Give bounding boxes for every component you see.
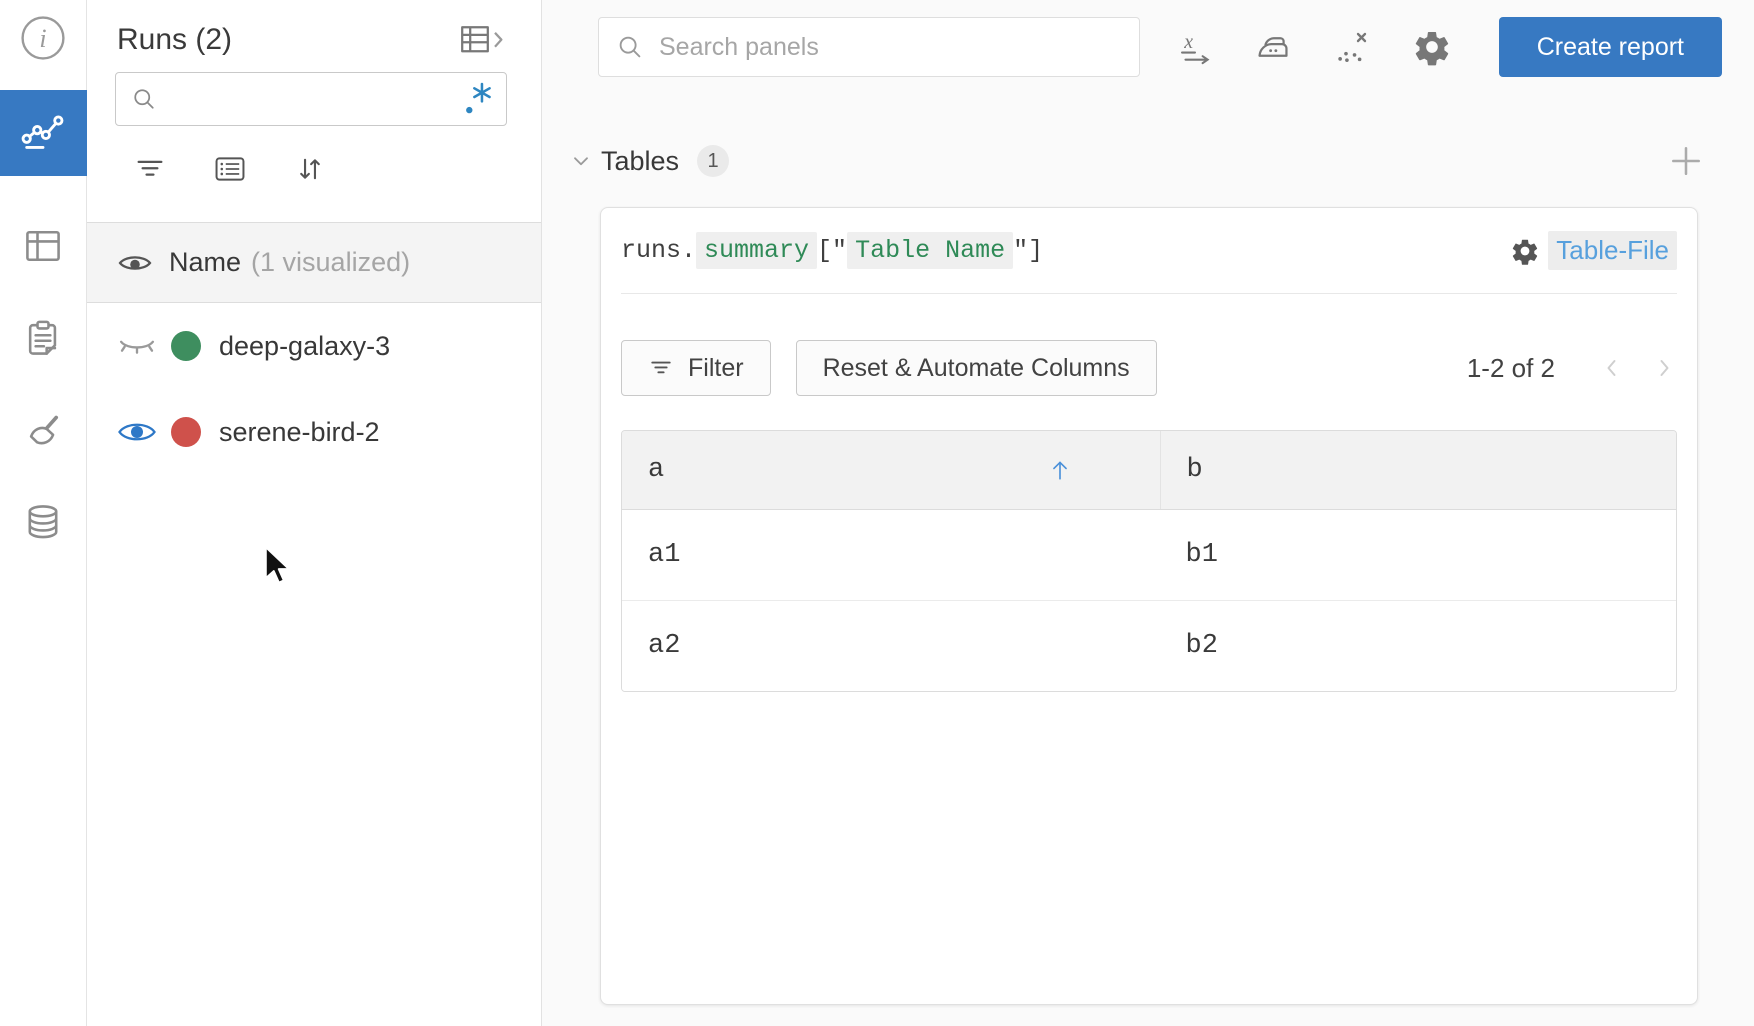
line-chart-icon — [20, 110, 66, 156]
table-layout-icon — [21, 224, 65, 268]
rail-item-workspace[interactable] — [0, 90, 87, 176]
run-name: serene-bird-2 — [219, 417, 380, 448]
search-icon — [130, 85, 158, 113]
panel-search-box — [598, 17, 1140, 77]
reset-automate-columns-button[interactable]: Reset & Automate Columns — [796, 340, 1157, 396]
filter-runs-icon[interactable] — [133, 152, 167, 186]
rail-item-artifacts[interactable] — [0, 500, 87, 544]
database-icon — [21, 500, 65, 544]
table-toolbar: Filter Reset & Automate Columns 1-2 of 2 — [621, 340, 1677, 396]
table-cell: a1 — [622, 510, 1160, 600]
pagination-label: 1-2 of 2 — [1467, 353, 1555, 384]
runs-column-label: Name — [169, 247, 241, 278]
group-runs-icon[interactable] — [213, 152, 247, 186]
next-page-icon[interactable] — [1651, 355, 1677, 381]
rail-item-table[interactable] — [0, 224, 87, 268]
run-color-dot — [171, 331, 201, 361]
pagination: 1-2 of 2 — [1467, 353, 1677, 384]
settings-gear-icon[interactable] — [1412, 27, 1452, 67]
regex-icon[interactable] — [462, 80, 494, 118]
panel-search-input[interactable] — [659, 33, 1123, 62]
expression-token-key: Table Name — [847, 232, 1013, 269]
eye-closed-icon[interactable] — [117, 331, 165, 361]
runs-list-header[interactable]: Name (1 visualized) — [87, 222, 541, 303]
eye-open-icon[interactable] — [117, 417, 165, 447]
table-header-row: a b — [622, 431, 1676, 510]
icon-rail: i — [0, 0, 87, 1026]
runs-sidebar: Runs (2) — [87, 0, 542, 1026]
tables-section-header: Tables 1 — [569, 141, 1704, 181]
info-icon: i — [19, 14, 67, 62]
panel-expression-bar: runs.summary["Table Name"] Table-File — [621, 208, 1677, 294]
section-count-badge: 1 — [697, 145, 729, 177]
run-name: deep-galaxy-3 — [219, 331, 390, 362]
chevron-down-icon[interactable] — [569, 149, 593, 173]
workspace-main: x — [542, 0, 1754, 1026]
run-search-box — [115, 72, 507, 126]
table-panel-card: runs.summary["Table Name"] Table-File F — [600, 207, 1698, 1005]
table-row: a2 b2 — [622, 601, 1676, 691]
run-row-deep-galaxy-3[interactable]: deep-galaxy-3 — [87, 303, 541, 389]
expression-bracket-open: [" — [817, 236, 847, 265]
filter-button-label: Filter — [688, 354, 744, 383]
reset-button-label: Reset & Automate Columns — [823, 354, 1130, 383]
sort-ascending-icon[interactable] — [1046, 456, 1074, 484]
outliers-scatter-icon[interactable] — [1332, 28, 1372, 66]
sort-runs-icon[interactable] — [293, 152, 327, 186]
run-search-input[interactable] — [168, 85, 462, 114]
table-row: a1 b1 — [622, 510, 1676, 601]
visualized-count: (1 visualized) — [251, 247, 410, 278]
panel-type-link[interactable]: Table-File — [1548, 231, 1677, 270]
create-report-button[interactable]: Create report — [1499, 17, 1722, 77]
clipboard-icon — [21, 316, 65, 360]
section-title: Tables — [601, 146, 679, 177]
filter-button[interactable]: Filter — [621, 340, 771, 396]
workspace-settings-icons: x — [1176, 27, 1452, 67]
svg-text:x: x — [1183, 31, 1193, 53]
smoothing-iron-icon[interactable] — [1254, 28, 1292, 66]
table-cell: a2 — [622, 601, 1160, 691]
rail-item-info[interactable]: i — [0, 14, 87, 62]
panel-expression[interactable]: runs.summary["Table Name"] — [621, 236, 1043, 265]
panel-config-gear-icon[interactable] — [1510, 236, 1540, 266]
rail-item-sweeps[interactable] — [0, 408, 87, 452]
x-axis-icon[interactable]: x — [1176, 28, 1214, 66]
add-panel-icon[interactable] — [1668, 143, 1704, 179]
search-icon — [615, 32, 645, 62]
visibility-eye-icon[interactable] — [117, 249, 153, 277]
table-cell: b2 — [1160, 601, 1676, 691]
workspace-topbar: x — [598, 17, 1722, 77]
data-table: a b a1 b1 a2 b2 — [621, 430, 1677, 692]
runs-table-toggle-icon[interactable] — [459, 22, 507, 58]
runs-title: Runs (2) — [117, 23, 232, 57]
runs-toolbar — [133, 152, 541, 186]
column-header-b[interactable]: b — [1160, 431, 1676, 509]
expression-token-summary: summary — [696, 232, 817, 269]
broom-icon — [21, 408, 65, 452]
svg-text:i: i — [39, 24, 46, 53]
column-a-label: a — [648, 455, 664, 485]
expression-prefix: runs. — [621, 236, 696, 265]
column-b-label: b — [1187, 455, 1203, 485]
rail-item-logs[interactable] — [0, 316, 87, 360]
previous-page-icon[interactable] — [1599, 355, 1625, 381]
run-row-serene-bird-2[interactable]: serene-bird-2 — [87, 389, 541, 475]
column-header-a[interactable]: a — [622, 431, 1160, 509]
filter-icon — [648, 355, 674, 381]
run-color-dot — [171, 417, 201, 447]
table-cell: b1 — [1160, 510, 1676, 600]
expression-bracket-close: "] — [1013, 236, 1043, 265]
